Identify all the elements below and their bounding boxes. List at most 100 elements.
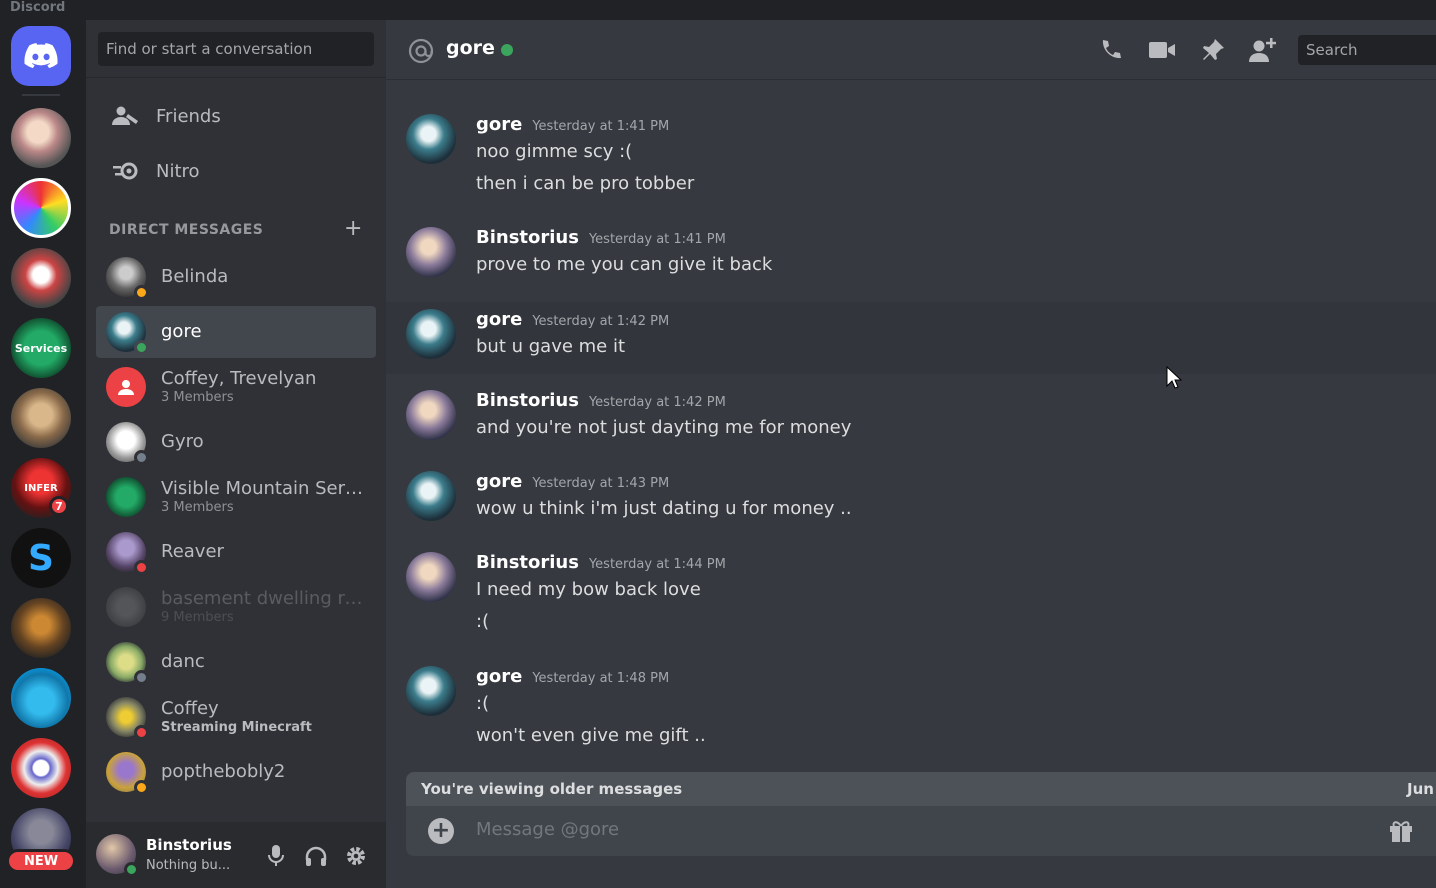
group-avatar [106,367,146,407]
message-author[interactable]: gore [476,114,522,135]
settings-gear-icon[interactable] [342,842,370,870]
video-call-icon[interactable] [1147,36,1177,64]
nav-friends[interactable]: Friends [96,94,376,138]
direct-messages-header: DIRECT MESSAGES [109,222,264,238]
dm-item-poptheboblу2[interactable]: poptheboblу2 [96,746,376,798]
dm-item-basement-dwelling[interactable]: basement dwelling ret... 9 Members [96,581,376,633]
dm-item-danc[interactable]: danc [96,636,376,688]
server-icon-services[interactable]: Services [11,318,71,378]
search-input[interactable]: Search [1298,35,1436,65]
avatar[interactable] [406,227,456,277]
dm-name: Coffey [161,698,219,719]
message-author[interactable]: Binstorius [476,227,579,248]
message-composer: + Message @gore [406,806,1436,856]
message-timestamp: Yesterday at 1:42 PM [588,395,726,410]
dm-name: Gyro [161,431,204,452]
server-icon-6[interactable] [11,598,71,658]
nav-nitro[interactable]: Nitro [96,149,376,193]
avatar[interactable] [406,552,456,602]
message-author[interactable]: gore [476,309,522,330]
avatar[interactable] [406,666,456,716]
chat-area: gore Search gore Yesterday at 1:41 PM noo… [386,20,1436,888]
create-dm-plus-icon[interactable]: + [344,218,362,240]
dm-subtitle: 3 Members [161,390,234,405]
user-status: Nothing bu... [146,858,231,873]
server-icon-3[interactable] [11,248,71,308]
jump-to-present-button[interactable]: Jun [1407,780,1434,798]
status-idle-icon [134,285,149,300]
message-text: and you're not just dayting me for money [476,417,852,438]
message-group: gore Yesterday at 1:48 PM :( won't even g… [386,655,1436,767]
avatar[interactable] [406,471,456,521]
dm-subtitle: 9 Members [161,610,234,625]
message-author[interactable]: Binstorius [476,390,579,411]
message-text: noo gimme scy :( [476,141,633,162]
avatar[interactable] [406,390,456,440]
server-icon-4[interactable] [11,388,71,448]
server-icon-7[interactable] [11,668,71,728]
group-icon [118,380,134,395]
gift-icon[interactable] [1388,818,1414,848]
message-timestamp: Yesterday at 1:42 PM [532,314,670,329]
user-name: Binstorius [146,836,232,854]
friends-icon [104,105,148,127]
message-group: Binstorius Yesterday at 1:41 PM prove to … [386,215,1436,295]
status-dnd-icon [134,560,149,575]
voice-call-icon[interactable] [1096,36,1126,64]
message-group: gore Yesterday at 1:42 PM but u gave me i… [386,302,1436,374]
add-friend-to-dm-icon[interactable] [1248,36,1278,64]
message-group: gore Yesterday at 1:41 PM noo gimme scy :… [386,100,1436,210]
dm-item-gyro[interactable]: Gyro [96,416,376,468]
message-timestamp: Yesterday at 1:48 PM [532,671,670,686]
dm-subtitle: 3 Members [161,500,234,515]
headphones-icon[interactable] [302,842,330,870]
dm-item-coffey-trevelyan[interactable]: Coffey, Trevelyan 3 Members [96,361,376,413]
server-icon-8[interactable] [11,738,71,798]
s-logo-icon: S [28,537,54,579]
avatar[interactable] [406,114,456,164]
attach-plus-icon[interactable]: + [428,818,454,844]
avatar [106,642,149,685]
dm-item-visible-mountain[interactable]: Visible Mountain Servi... 3 Members [96,471,376,523]
status-dnd-icon [134,725,149,740]
older-messages-notice: You're viewing older messages [421,780,683,798]
server-label: Services [14,341,68,355]
dm-name: Reaver [161,541,224,562]
server-icon-2[interactable] [11,178,71,238]
dm-name: gore [161,321,202,342]
home-button[interactable] [11,26,71,86]
message-author[interactable]: gore [476,666,522,687]
dm-item-reaver[interactable]: Reaver [96,526,376,578]
message-group: Binstorius Yesterday at 1:42 PM and you'r… [386,378,1436,458]
at-sign-icon [408,38,434,68]
find-conversation-input[interactable]: Find or start a conversation [98,32,374,66]
server-label: INFER [24,482,58,494]
dm-item-coffey[interactable]: Coffey Streaming Minecraft [96,691,376,743]
title-bar: Discord [0,0,1436,20]
mouse-cursor-icon [1166,366,1182,389]
avatar [106,532,149,575]
sidebar-divider [86,77,386,78]
new-unreads-pill[interactable]: NEW [6,849,76,873]
avatar [106,752,149,795]
dm-name: danc [161,651,205,672]
avatar [106,697,149,740]
group-avatar [106,477,146,517]
status-offline-icon [134,670,149,685]
server-icon-1[interactable] [11,108,71,168]
nav-label: Nitro [156,160,200,182]
message-author[interactable]: Binstorius [476,552,579,573]
dm-item-belinda[interactable]: Belinda [96,251,376,303]
message-input[interactable]: Message @gore [476,819,619,840]
message-author[interactable]: gore [476,471,522,492]
avatar[interactable] [406,309,456,359]
dm-item-gore[interactable]: gore [96,306,376,358]
microphone-icon[interactable] [262,842,290,870]
dm-sidebar: Find or start a conversation Friends Nit… [86,20,386,888]
pinned-messages-icon[interactable] [1198,36,1228,64]
avatar [106,257,149,300]
message-text: :( [476,693,490,714]
status-online-icon [124,862,139,877]
message-text: but u gave me it [476,336,626,357]
server-icon-5[interactable]: S [11,528,71,588]
